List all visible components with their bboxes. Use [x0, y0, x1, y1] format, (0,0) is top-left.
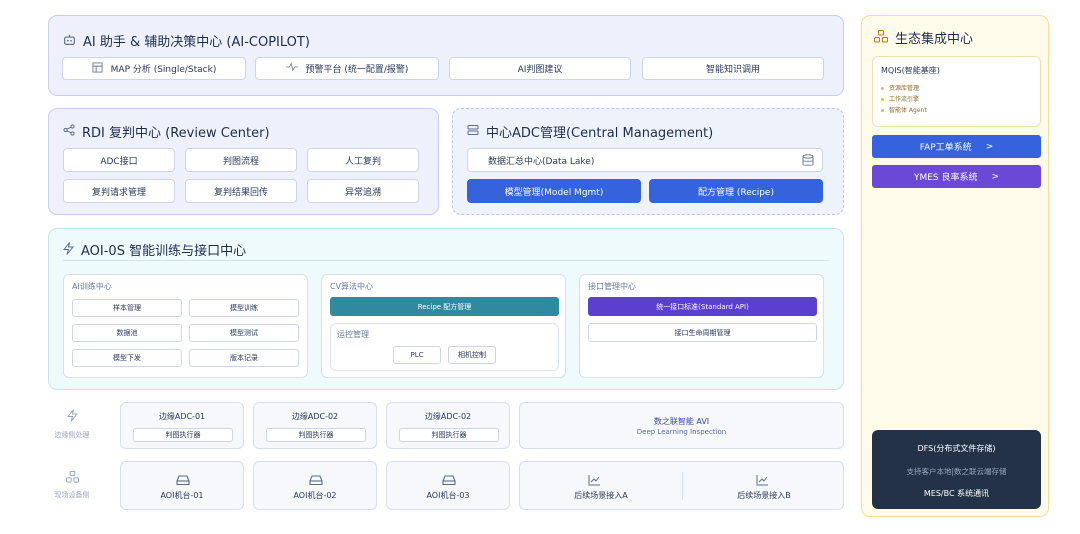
avi-card[interactable]: 数之联智能 AVI Deep Learning Inspection — [519, 402, 844, 449]
mqis-item: 智能体 Agent — [881, 105, 927, 114]
chevron-right-icon: > — [985, 141, 994, 152]
judge-executor-badge: 判图执行器 — [133, 428, 233, 442]
avi-subtitle: Deep Learning Inspection — [636, 428, 727, 436]
database-icon — [802, 154, 814, 170]
copilot-title: AI 助手 & 辅助决策中心 (AI-COPILOT) — [63, 31, 310, 50]
server-icon — [467, 124, 479, 139]
manual-review-button[interactable]: 人工复判 — [307, 148, 419, 172]
central-panel: 中心ADC管理(Central Management) 数据汇总中心(Data … — [452, 108, 844, 215]
chevron-right-icon: > — [991, 171, 1000, 182]
datalake-bar[interactable]: 数据汇总中心(Data Lake) — [467, 148, 823, 172]
aoi-machine-card[interactable]: AOI机台-01 — [120, 461, 244, 510]
edge-adc-card[interactable]: 边缘ADC-02 判图执行器 — [253, 402, 377, 449]
dfs-card: DFS(分布式文件存储) 支持客户本地|数之联云端存储 MES/BC 系统通讯 — [872, 430, 1041, 509]
review-result-button[interactable]: 复判结果回传 — [185, 179, 297, 203]
hard-drive-icon — [442, 471, 456, 490]
recipe-config-button[interactable]: Recipe 配方管理 — [330, 297, 559, 316]
copilot-panel: AI 助手 & 辅助决策中心 (AI-COPILOT) MAP 分析 (Sing… — [48, 15, 844, 96]
avi-title: 数之联智能 AVI — [653, 417, 710, 426]
adc-interface-button[interactable]: ADC接口 — [63, 148, 175, 172]
judge-flow-button[interactable]: 判图流程 — [185, 148, 297, 172]
cv-center-card: CV算法中心 Recipe 配方管理 运控管理 PLC 相机控制 — [321, 274, 566, 378]
model-test-button[interactable]: 模型测试 — [189, 324, 299, 342]
share-icon — [63, 124, 75, 139]
review-request-button[interactable]: 复判请求管理 — [63, 179, 175, 203]
bot-icon — [63, 33, 76, 49]
layout-icon — [92, 61, 103, 76]
aoi-title: AOI-0S 智能训练与接口中心 — [62, 240, 246, 259]
ymes-system-button[interactable]: YMES 良率系统 > — [872, 165, 1041, 188]
plc-button[interactable]: PLC — [393, 346, 441, 364]
aoi-machine-card[interactable]: AOI机台-02 — [253, 461, 377, 510]
anomaly-trace-button[interactable]: 异常追溯 — [307, 179, 419, 203]
scene-a-label: 后续场景接入A — [574, 491, 628, 500]
dot-icon — [881, 87, 884, 90]
edge-adc-title: 边缘ADC-02 — [424, 412, 472, 421]
aoi-divider — [63, 260, 829, 261]
dfs-sub: 支持客户本地|数之联云端存储 — [906, 467, 1007, 476]
dfs-mes: MES/BC 系统通讯 — [923, 489, 990, 498]
aoi-machine-label: AOI机台-03 — [426, 491, 470, 500]
pulse-icon — [285, 62, 298, 75]
mqis-item: 工作流引擎 — [881, 94, 919, 103]
edge-adc-card[interactable]: 边缘ADC-02 判图执行器 — [386, 402, 510, 449]
cluster-icon — [42, 470, 102, 486]
dfs-title: DFS(分布式文件存储) — [917, 444, 996, 453]
model-mgmt-button[interactable]: 模型管理(Model Mgmt) — [467, 179, 641, 203]
knowledge-call-button[interactable]: 智能知识调用 — [642, 57, 824, 80]
data-pool-button[interactable]: 数据池 — [72, 324, 182, 342]
api-center-card: 接口管理中心 统一接口标准(Standard API) 接口生命周期管理 — [579, 274, 824, 378]
model-deploy-button[interactable]: 模型下发 — [72, 349, 182, 367]
ai-training-title: AI训练中心 — [72, 282, 112, 291]
field-side-label: 现场设备侧 — [54, 491, 90, 499]
cluster-icon — [873, 29, 889, 46]
ai-training-card: AI训练中心 样本管理 模型训练 数据池 模型测试 模型下发 版本记录 — [63, 274, 308, 378]
ai-judge-suggest-button[interactable]: AI判图建议 — [449, 57, 631, 80]
eco-title: 生态集成中心 — [873, 28, 973, 47]
line-chart-icon — [588, 471, 601, 490]
fap-system-button[interactable]: FAP工单系统 > — [872, 135, 1041, 158]
cv-center-title: CV算法中心 — [330, 282, 374, 291]
aoi-panel: AOI-0S 智能训练与接口中心 AI训练中心 样本管理 模型训练 数据池 模型… — [48, 228, 844, 390]
lightning-icon — [42, 409, 102, 425]
eco-panel: 生态集成中心 MQIS(智能基座) 资源库管理 工作流引擎 智能体 Agent … — [861, 15, 1049, 517]
api-lifecycle-button[interactable]: 接口生命周期管理 — [588, 323, 817, 342]
aoi-machine-label: AOI机台-02 — [293, 491, 337, 500]
standard-api-button[interactable]: 统一接口标准(Standard API) — [588, 297, 817, 316]
dot-icon — [881, 98, 884, 101]
copilot-title-text: AI 助手 & 辅助决策中心 (AI-COPILOT) — [83, 35, 310, 50]
alert-platform-button[interactable]: 预警平台 (统一配置/报警) — [255, 57, 439, 80]
edge-adc-title: 边缘ADC-02 — [291, 412, 339, 421]
central-title: 中心ADC管理(Central Management) — [467, 122, 713, 141]
sample-mgmt-button[interactable]: 样本管理 — [72, 299, 182, 317]
hard-drive-icon — [176, 471, 190, 490]
rdi-panel: RDI 复判中心 (Review Center) ADC接口 判图流程 人工复判… — [48, 108, 439, 215]
motion-control-title: 运控管理 — [337, 330, 369, 339]
scene-b-label: 后续场景接入B — [737, 491, 791, 500]
judge-executor-badge: 判图执行器 — [399, 428, 499, 442]
aoi-machine-label: AOI机台-01 — [160, 491, 204, 500]
recipe-mgmt-button[interactable]: 配方管理 (Recipe) — [649, 179, 823, 203]
hard-drive-icon — [309, 471, 323, 490]
aoi-machine-card[interactable]: AOI机台-03 — [386, 461, 510, 510]
lightning-icon — [62, 241, 75, 258]
version-log-button[interactable]: 版本记录 — [189, 349, 299, 367]
future-scene-card[interactable]: 后续场景接入A 后续场景接入B — [519, 461, 844, 510]
motion-control-card: 运控管理 PLC 相机控制 — [330, 323, 559, 371]
edge-adc-title: 边缘ADC-01 — [158, 412, 206, 421]
mqis-item: 资源库管理 — [881, 83, 919, 92]
edge-adc-card[interactable]: 边缘ADC-01 判图执行器 — [120, 402, 244, 449]
map-analysis-button[interactable]: MAP 分析 (Single/Stack) — [62, 57, 246, 80]
edge-side-label: 边缘侧处理 — [54, 431, 90, 439]
camera-control-button[interactable]: 相机控制 — [448, 346, 496, 364]
line-chart-icon — [756, 471, 769, 490]
mqis-title: MQIS(智能基座) — [881, 66, 940, 75]
model-train-button[interactable]: 模型训练 — [189, 299, 299, 317]
judge-executor-badge: 判图执行器 — [266, 428, 366, 442]
dot-icon — [881, 109, 884, 112]
rdi-title: RDI 复判中心 (Review Center) — [63, 122, 270, 141]
mqis-card: MQIS(智能基座) 资源库管理 工作流引擎 智能体 Agent — [872, 56, 1041, 127]
api-center-title: 接口管理中心 — [588, 282, 636, 291]
